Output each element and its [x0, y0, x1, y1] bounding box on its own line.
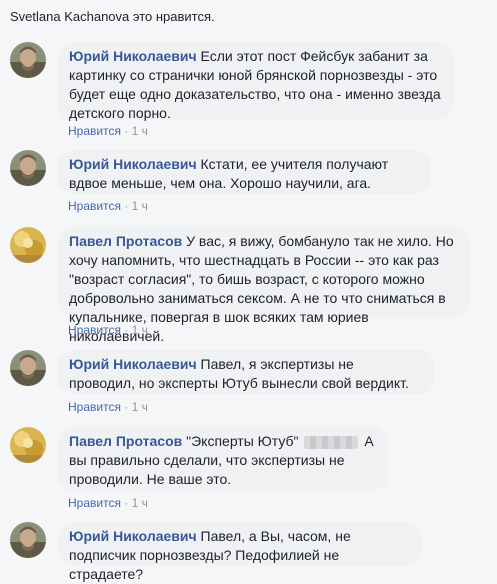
redacted-block [304, 435, 359, 449]
avatar[interactable] [10, 150, 46, 186]
comment-author[interactable]: Юрий Николаевич [69, 48, 197, 64]
comment-bubble: Юрий Николаевич Павел, я экспертизы не п… [58, 350, 435, 394]
avatar[interactable] [10, 350, 46, 386]
comment-bubble: Павел Протасов У вас, я вижу, бомбануло … [58, 227, 469, 344]
comment-actions: Нравится · 1 ч [68, 124, 148, 138]
comment-author[interactable]: Юрий Николаевич [69, 528, 197, 544]
timestamp[interactable]: 1 ч [132, 496, 148, 510]
avatar[interactable] [10, 42, 46, 78]
comment-actions: Нравится · 1 ч [68, 496, 148, 510]
timestamp[interactable]: 1 ч [132, 323, 148, 337]
comment-text: "Эксперты Ютуб" [186, 433, 299, 449]
comment-actions: Нравится · 1 ч [68, 199, 148, 213]
like-link[interactable]: Нравится [68, 400, 121, 414]
comment-author[interactable]: Павел Протасов [69, 233, 182, 249]
like-link[interactable]: Нравится [68, 199, 121, 213]
timestamp[interactable]: 1 ч [132, 199, 148, 213]
comment-bubble: Юрий Николаевич Кстати, ее учителя получ… [58, 150, 430, 194]
comment-author[interactable]: Павел Протасов [69, 433, 182, 449]
timestamp[interactable]: 1 ч [132, 400, 148, 414]
like-link[interactable]: Нравится [68, 323, 121, 337]
like-link[interactable]: Нравится [68, 496, 121, 510]
timestamp[interactable]: 1 ч [132, 124, 148, 138]
comment-author[interactable]: Юрий Николаевич [69, 356, 197, 372]
comment-bubble: Павел Протасов "Эксперты Ютуб" А вы прав… [58, 427, 388, 491]
like-link[interactable]: Нравится [68, 124, 121, 138]
comment-bubble: Юрий Николаевич Если этот пост Фейсбук з… [58, 42, 453, 121]
comment-thread: Svetlana Kachanova это нравится. Юрий Ни… [0, 0, 497, 584]
comment-actions: Нравится · 1 ч [68, 323, 148, 337]
comment-actions: Нравится · 1 ч [68, 400, 148, 414]
avatar[interactable] [10, 227, 46, 263]
likes-note: Svetlana Kachanova это нравится. [10, 9, 215, 24]
comment-author[interactable]: Юрий Николаевич [69, 156, 197, 172]
avatar[interactable] [10, 522, 46, 558]
comment-bubble: Юрий Николаевич Павел, а Вы, часом, не п… [58, 522, 422, 582]
avatar[interactable] [10, 427, 46, 463]
